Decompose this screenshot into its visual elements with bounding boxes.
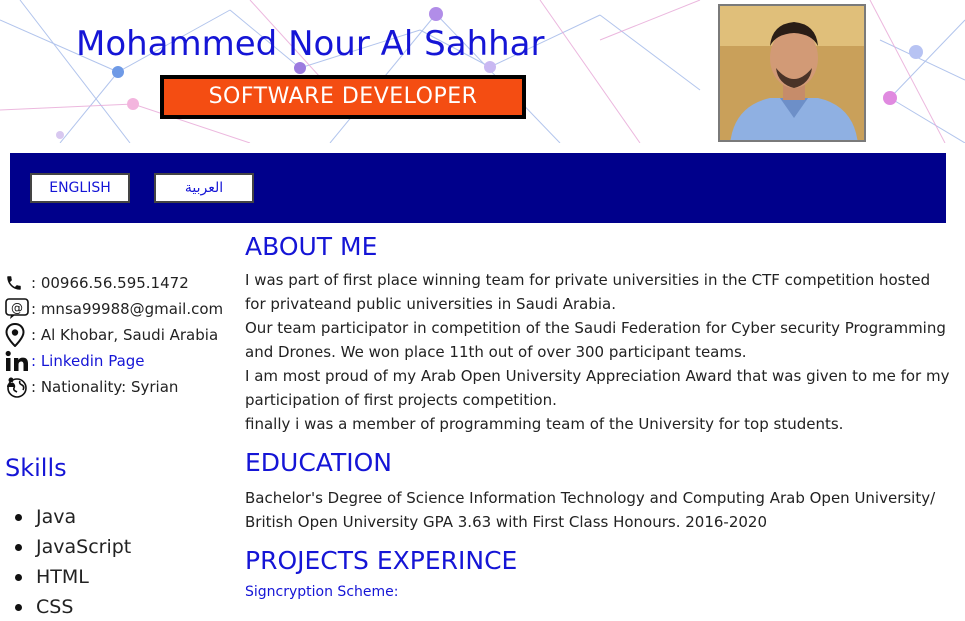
skills-list: Java JavaScript HTML CSS xyxy=(15,502,131,621)
contact-phone: : 00966.56.595.1472 xyxy=(5,270,240,296)
language-nav-bar: ENGLISH العربية xyxy=(10,153,946,223)
header-banner: Mohammed Nour Al Sahhar SOFTWARE DEVELOP… xyxy=(0,0,965,143)
job-title-badge: SOFTWARE DEVELOPER xyxy=(160,75,526,119)
project-item-title: Signcryption Scheme: xyxy=(245,584,399,600)
email-text: : mnsa99988@gmail.com xyxy=(31,300,224,318)
contact-email: @ : mnsa99988@gmail.com xyxy=(5,296,240,322)
projects-heading: PROJECTS EXPERINCE xyxy=(245,546,518,575)
location-pin-icon xyxy=(5,323,31,347)
nationality-text: : Nationality: Syrian xyxy=(31,378,179,396)
skill-item: HTML xyxy=(15,562,131,592)
phone-icon xyxy=(5,271,31,295)
person-name: Mohammed Nour Al Sahhar xyxy=(76,24,545,64)
about-line: I am most proud of my Arab Open Universi… xyxy=(245,367,950,409)
contact-linkedin: : Linkedin Page xyxy=(5,348,240,374)
skill-item: CSS xyxy=(15,592,131,621)
main-content: ABOUT ME I was part of first place winni… xyxy=(245,230,950,600)
profile-photo-image xyxy=(720,6,864,140)
svg-text:@: @ xyxy=(11,301,23,315)
contact-nationality: : Nationality: Syrian xyxy=(5,374,240,400)
arabic-language-button[interactable]: العربية xyxy=(154,173,254,203)
about-me-heading: ABOUT ME xyxy=(245,232,378,261)
contact-info: : 00966.56.595.1472 @ : mnsa99988@gmail.… xyxy=(5,270,240,400)
about-line: I was part of first place winning team f… xyxy=(245,271,931,313)
linkedin-link[interactable]: : Linkedin Page xyxy=(31,352,145,370)
skills-heading: Skills xyxy=(5,454,67,482)
profile-photo xyxy=(718,4,866,142)
skill-item: JavaScript xyxy=(15,532,131,562)
email-at-icon: @ xyxy=(5,297,31,321)
about-line: finally i was a member of programming te… xyxy=(245,415,844,433)
education-heading: EDUCATION xyxy=(245,448,392,477)
location-text: : Al Khobar, Saudi Arabia xyxy=(31,326,219,344)
education-text: Bachelor's Degree of Science Information… xyxy=(245,489,936,531)
linkedin-icon xyxy=(5,349,31,373)
contact-location: : Al Khobar, Saudi Arabia xyxy=(5,322,240,348)
globe-person-icon xyxy=(5,375,31,399)
about-me-text: I was part of first place winning team f… xyxy=(245,268,950,436)
skill-item: Java xyxy=(15,502,131,532)
english-language-button[interactable]: ENGLISH xyxy=(30,173,130,203)
about-line: Our team participator in competition of … xyxy=(245,319,946,361)
phone-text: : 00966.56.595.1472 xyxy=(31,274,189,292)
